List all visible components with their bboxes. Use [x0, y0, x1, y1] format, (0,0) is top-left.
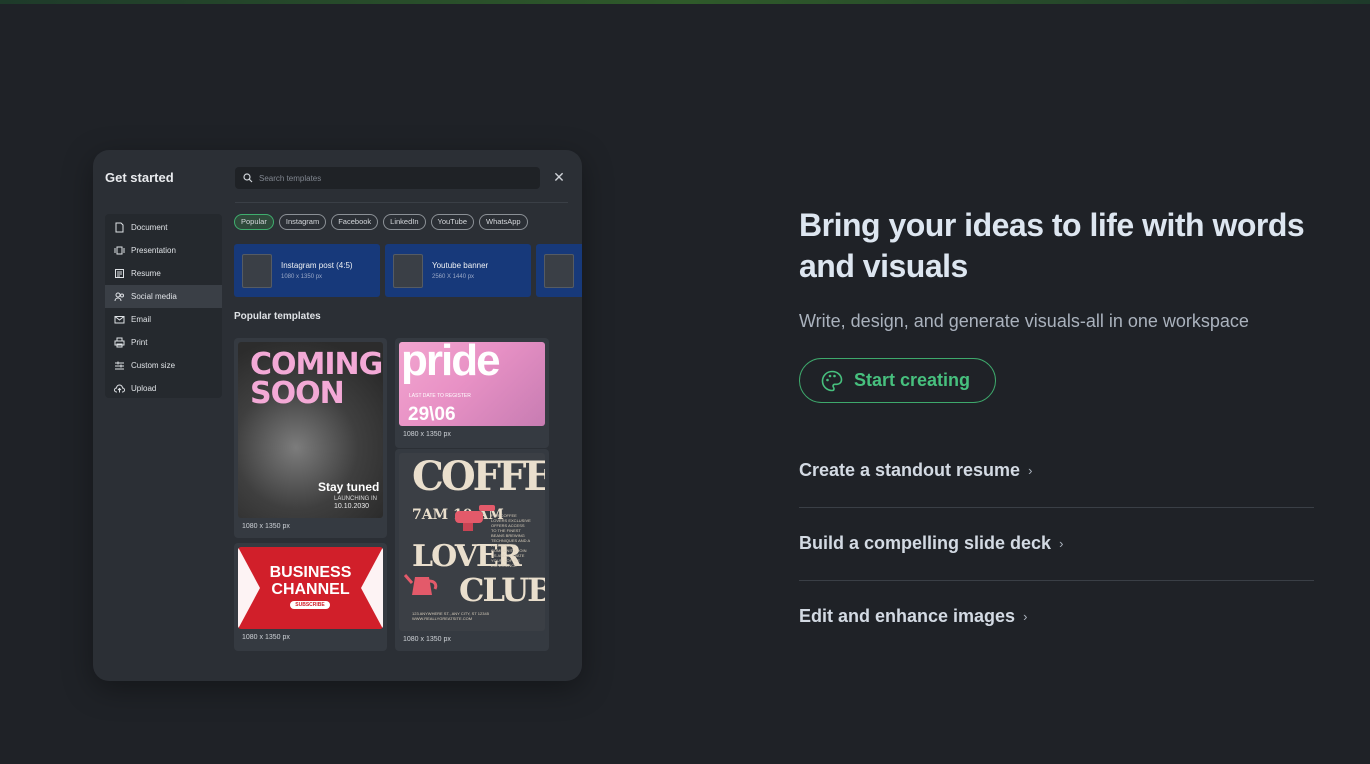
chevron-right-icon: ›: [1028, 463, 1033, 478]
template-card-business-channel[interactable]: BUSINESS CHANNEL SUBSCRIBE 1080 x 1350 p…: [234, 543, 387, 651]
size-card-youtube-banner[interactable]: Youtube banner 2560 X 1440 px: [385, 244, 531, 297]
chip-linkedin[interactable]: LinkedIn: [383, 214, 426, 230]
size-card-partial[interactable]: [536, 244, 582, 297]
sidebar-item-upload[interactable]: Upload: [105, 377, 222, 400]
search-icon: [243, 173, 253, 183]
espresso-machine-icon: [455, 505, 495, 531]
template-tagline: Stay tuned: [318, 480, 380, 494]
template-size-caption: 1080 x 1350 px: [242, 634, 290, 641]
sidebar-item-print[interactable]: Print: [105, 331, 222, 354]
email-icon: [114, 316, 125, 324]
sidebar-item-presentation[interactable]: Presentation: [105, 239, 222, 262]
sidebar-item-label: Upload: [131, 384, 157, 393]
hero-title: Bring your ideas to life with words and …: [799, 207, 1305, 284]
template-size-caption: 1080 x 1350 px: [403, 636, 451, 643]
sidebar-item-document[interactable]: Document: [105, 216, 222, 239]
size-thumbnail: [544, 253, 574, 288]
hero-subtitle: Write, design, and generate visuals-all …: [799, 311, 1249, 331]
filter-chips: Popular Instagram Facebook LinkedIn YouT…: [234, 214, 528, 230]
document-icon: [115, 222, 124, 233]
template-address: 123 ANYWHERE ST., ANY CITY, ST 12345 WWW…: [412, 611, 489, 621]
social-media-icon: [114, 292, 124, 302]
start-creating-label: Start creating: [854, 370, 971, 390]
sidebar-item-label: Custom size: [131, 361, 176, 370]
chip-whatsapp[interactable]: WhatsApp: [479, 214, 528, 230]
top-accent-bar: [0, 0, 1370, 4]
template-card-pride[interactable]: pride LAST DATE TO REGISTER 29\06 1080 x…: [395, 338, 549, 448]
template-headline: COFFEE: [412, 453, 545, 500]
category-sidebar: Document Presentation Resume Social medi…: [105, 214, 222, 398]
template-headline: BUSINESS CHANNEL: [269, 564, 352, 598]
template-thumbnail: COFFEE 7AM 10 AM LOVER CLUB FOR COFFEE L…: [399, 453, 545, 631]
panel-title: Get started: [105, 170, 174, 185]
feature-label: Build a compelling slide deck: [799, 533, 1052, 553]
chevron-right-icon: ›: [1023, 609, 1028, 624]
custom-size-icon: [115, 361, 124, 370]
search-input[interactable]: Search templates: [235, 167, 540, 189]
chip-youtube[interactable]: YouTube: [430, 214, 474, 230]
template-headline: pride: [401, 342, 501, 385]
template-launch-text: LAUNCHING IN: [334, 496, 378, 502]
sidebar-item-label: Print: [131, 338, 148, 347]
template-thumbnail: COMING SOON Stay tuned LAUNCHING IN 10.1…: [238, 342, 383, 518]
template-date: 29\06: [408, 404, 456, 425]
sidebar-item-social-media[interactable]: Social media: [105, 285, 222, 308]
feature-link-resume[interactable]: Create a standout resume ›: [799, 434, 1314, 507]
size-thumbnail: [242, 253, 272, 288]
feature-label: Create a standout resume: [799, 460, 1021, 480]
sidebar-item-label: Document: [131, 223, 168, 232]
template-subscribe-label: SUBSCRIBE: [290, 601, 330, 609]
chevron-right-icon: ›: [1059, 536, 1064, 551]
template-body-text: FOR COFFEE LOVERS EXCLUSIVE OFFERS ACCES…: [491, 513, 531, 568]
template-club-text: CLUB: [459, 571, 545, 609]
chip-instagram[interactable]: Instagram: [278, 214, 327, 230]
presentation-icon: [114, 246, 125, 255]
template-card-coming-soon[interactable]: COMING SOON Stay tuned LAUNCHING IN 10.1…: [234, 338, 387, 538]
sidebar-item-custom-size[interactable]: Custom size: [105, 354, 222, 377]
chip-facebook[interactable]: Facebook: [331, 214, 379, 230]
feature-link-slide-deck[interactable]: Build a compelling slide deck ›: [799, 507, 1314, 580]
sidebar-item-label: Email: [131, 315, 152, 324]
resume-icon: [115, 269, 124, 278]
get-started-panel: Get started Search templates ✕ Document …: [93, 150, 582, 681]
sidebar-item-email[interactable]: Email: [105, 308, 222, 331]
template-thumbnail: BUSINESS CHANNEL SUBSCRIBE: [238, 547, 383, 629]
size-dimensions: 2560 X 1440 px: [432, 274, 475, 280]
template-headline: COMING SOON: [250, 347, 383, 411]
template-date: 10.10.2030: [334, 503, 370, 510]
feature-label: Edit and enhance images: [799, 606, 1016, 626]
sidebar-item-label: Social media: [131, 292, 177, 301]
close-icon[interactable]: ✕: [551, 169, 567, 185]
start-creating-button[interactable]: Start creating: [799, 358, 996, 403]
size-dimensions: 1080 x 1350 px: [281, 274, 323, 280]
template-thumbnail: pride LAST DATE TO REGISTER 29\06: [399, 342, 545, 426]
palette-icon: [821, 370, 843, 391]
chip-popular[interactable]: Popular: [234, 214, 274, 230]
print-icon: [114, 337, 125, 348]
template-size-caption: 1080 x 1350 px: [403, 431, 451, 438]
template-size-caption: 1080 x 1350 px: [242, 523, 290, 530]
template-subtext: LAST DATE TO REGISTER: [409, 393, 471, 399]
upload-icon: [114, 384, 125, 393]
search-placeholder: Search templates: [259, 173, 322, 183]
size-card-instagram-post[interactable]: Instagram post (4:5) 1080 x 1350 px: [234, 244, 380, 297]
header-divider: [235, 202, 568, 203]
size-thumbnail: [393, 253, 423, 288]
sidebar-item-resume[interactable]: Resume: [105, 262, 222, 285]
sidebar-item-label: Resume: [131, 269, 161, 278]
feature-link-images[interactable]: Edit and enhance images ›: [799, 580, 1314, 653]
size-name: Youtube banner: [432, 261, 489, 270]
size-presets: Instagram post (4:5) 1080 x 1350 px Yout…: [234, 244, 582, 297]
coffee-kettle-icon: [403, 574, 438, 595]
size-name: Instagram post (4:5): [281, 261, 353, 270]
sidebar-item-label: Presentation: [131, 246, 176, 255]
template-card-coffee-club[interactable]: COFFEE 7AM 10 AM LOVER CLUB FOR COFFEE L…: [395, 449, 549, 651]
popular-templates-heading: Popular templates: [234, 311, 321, 322]
